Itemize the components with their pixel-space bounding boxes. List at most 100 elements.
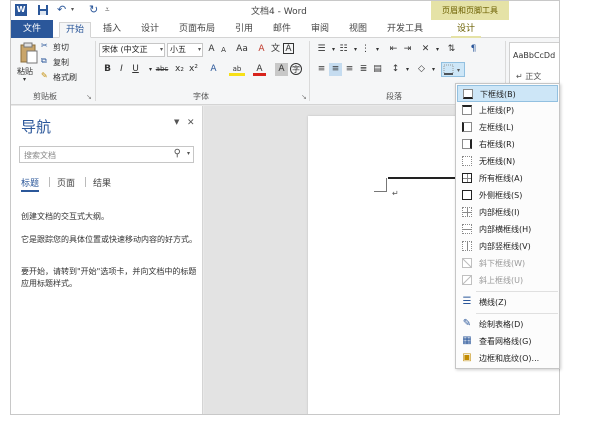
bottom-border-icon — [463, 89, 473, 99]
menu-item-inside-horizontal[interactable]: 内部横框线(H) — [457, 221, 558, 238]
strikethrough-button[interactable]: abc — [153, 63, 171, 76]
menu-item-label: 内部竖框线(V) — [479, 242, 531, 251]
menu-item-inside-vertical[interactable]: 内部竖框线(V) — [457, 238, 558, 255]
tab-review[interactable]: 审阅 — [305, 22, 335, 38]
redo-icon[interactable]: ↻ — [89, 4, 101, 16]
chevron-down-icon[interactable]: ▾ — [427, 63, 440, 76]
character-shading-icon[interactable]: A — [275, 63, 288, 76]
tab-mailings[interactable]: 邮件 — [267, 22, 297, 38]
cut-icon[interactable]: ✂ — [41, 41, 48, 50]
search-placeholder: 搜索文档 — [24, 151, 56, 160]
font-launcher-icon[interactable]: ↘ — [301, 93, 307, 101]
horizontal-line-icon: ☰ — [462, 296, 472, 307]
menu-item-horizontal-line[interactable]: ☰ 横线(Z) — [457, 294, 558, 311]
align-center-icon[interactable]: ≡ — [329, 63, 342, 76]
tab-header-footer-design[interactable]: 设计 — [451, 22, 482, 38]
chevron-down-icon[interactable]: ▾ — [401, 63, 414, 76]
menu-item-label: 横线(Z) — [479, 298, 507, 307]
paste-icon[interactable] — [19, 42, 39, 64]
nav-pane-title: 导航 — [21, 118, 52, 136]
tab-file[interactable]: 文件 — [11, 20, 53, 38]
close-icon[interactable]: ✕ — [187, 118, 195, 128]
font-name-combo[interactable]: 宋体 (中文正 ▾ — [99, 43, 165, 57]
nav-tab-pages[interactable]: 页面 — [57, 176, 75, 189]
pane-options-icon[interactable]: ▼ — [174, 118, 179, 126]
tab-developer[interactable]: 开发工具 — [381, 22, 429, 38]
top-border-icon — [462, 105, 472, 115]
cut-button[interactable]: 剪切 — [53, 42, 69, 53]
tab-references[interactable]: 引用 — [229, 22, 259, 38]
menu-item-all-borders[interactable]: 所有框线(A) — [457, 170, 558, 187]
style-normal-name: 正文 — [525, 72, 542, 81]
undo-icon[interactable]: ↶ — [57, 4, 69, 16]
diagonal-up-border-icon — [462, 275, 472, 285]
menu-item-left-border[interactable]: 左框线(L) — [457, 119, 558, 136]
tab-insert[interactable]: 插入 — [97, 22, 127, 38]
clear-formatting-icon[interactable]: A — [255, 43, 268, 56]
menu-item-label: 内部横框线(H) — [479, 225, 532, 234]
menu-item-view-gridlines[interactable]: ▦ 查看网格线(G) — [457, 333, 558, 350]
decrease-indent-icon[interactable]: ⇤ — [387, 43, 400, 56]
font-color-icon[interactable]: A — [253, 63, 266, 76]
clipboard-launcher-icon[interactable]: ↘ — [86, 93, 92, 101]
menu-item-draw-table[interactable]: ✎ 绘制表格(D) — [457, 316, 558, 333]
bold-button[interactable]: B — [101, 63, 114, 76]
superscript-button[interactable]: x² — [187, 63, 200, 76]
styles-gallery[interactable]: AaBbCcDd ↵ 正文 — [509, 42, 559, 88]
customize-dropdown-icon[interactable]: ⩡ — [105, 4, 117, 16]
menu-item-no-border[interactable]: 无框线(N) — [457, 153, 558, 170]
borders-button[interactable]: ▾ — [441, 62, 465, 77]
italic-button[interactable]: I — [115, 63, 128, 76]
justify-icon[interactable]: ≣ — [357, 63, 370, 76]
highlight-icon[interactable]: ab — [229, 63, 245, 76]
chevron-down-icon[interactable]: ▾ — [187, 150, 190, 157]
show-formatting-marks-icon[interactable]: ¶ — [467, 43, 480, 56]
tab-page-layout[interactable]: 页面布局 — [173, 22, 221, 38]
align-right-icon[interactable]: ≡ — [343, 63, 356, 76]
distributed-icon[interactable]: ▤ — [371, 63, 384, 76]
group-divider — [95, 41, 96, 101]
format-painter-button[interactable]: 格式刷 — [53, 72, 77, 83]
nav-search-input[interactable]: 搜索文档 ⚲ ▾ — [19, 146, 194, 163]
chevron-down-icon[interactable]: ▾ — [371, 43, 384, 56]
undo-dropdown-icon[interactable]: ▾ — [71, 4, 83, 16]
sort-icon[interactable]: ⇅ — [445, 43, 458, 56]
menu-item-label: 查看网格线(G) — [479, 337, 532, 346]
menu-item-bottom-border[interactable]: 下框线(B) — [457, 85, 558, 102]
tab-view[interactable]: 视图 — [343, 22, 373, 38]
character-border-icon[interactable]: A — [283, 43, 294, 54]
format-painter-icon[interactable]: ✎ — [41, 71, 48, 80]
nav-tab-results[interactable]: 结果 — [93, 176, 111, 189]
tab-design[interactable]: 设计 — [135, 22, 165, 38]
phonetic-guide-icon[interactable]: 文 — [269, 43, 282, 56]
menu-item-outside-borders[interactable]: 外侧框线(S) — [457, 187, 558, 204]
all-borders-icon — [462, 173, 472, 183]
nav-tab-headings[interactable]: 标题 — [21, 176, 40, 192]
menu-item-right-border[interactable]: 右框线(R) — [457, 136, 558, 153]
copy-button[interactable]: 复制 — [53, 57, 69, 68]
menu-item-inside-borders[interactable]: 内部框线(I) — [457, 204, 558, 221]
style-normal-label[interactable]: ↵ 正文 — [516, 71, 541, 82]
chevron-down-icon[interactable]: ▾ — [431, 43, 444, 56]
nav-message-1: 创建文档的交互式大纲。 — [21, 212, 109, 221]
menu-item-top-border[interactable]: 上框线(P) — [457, 102, 558, 119]
menu-item-diagonal-up[interactable]: 斜上框线(U) — [457, 272, 558, 289]
copy-icon[interactable]: ⧉ — [41, 56, 47, 66]
nav-message-2: 它是跟踪您的具体位置或快速移动内容的好方式。 — [21, 235, 197, 244]
underline-button[interactable]: U — [129, 63, 142, 76]
change-case-icon[interactable]: Aa — [233, 43, 251, 56]
font-size-combo[interactable]: 小五 ▾ — [167, 43, 203, 57]
save-icon[interactable] — [37, 4, 49, 16]
shrink-font-icon[interactable]: A — [217, 44, 230, 57]
text-effects-icon[interactable]: A — [207, 63, 220, 76]
borders-dropdown-menu: 下框线(B) 上框线(P) 左框线(L) 右框线(R) 无框线(N) 所有框线(… — [455, 83, 560, 369]
increase-indent-icon[interactable]: ⇥ — [401, 43, 414, 56]
subscript-button[interactable]: x₂ — [173, 63, 186, 76]
search-icon[interactable]: ⚲ — [174, 148, 181, 159]
menu-item-diagonal-down[interactable]: 斜下框线(W) — [457, 255, 558, 272]
menu-item-borders-and-shading[interactable]: ▣ 边框和底纹(O)... — [457, 350, 558, 367]
tab-home[interactable]: 开始 — [59, 22, 92, 38]
align-left-icon[interactable]: ≡ — [315, 63, 328, 76]
paste-dropdown-icon[interactable]: ▾ — [23, 76, 26, 83]
enclose-characters-icon[interactable]: 字 — [290, 63, 302, 75]
